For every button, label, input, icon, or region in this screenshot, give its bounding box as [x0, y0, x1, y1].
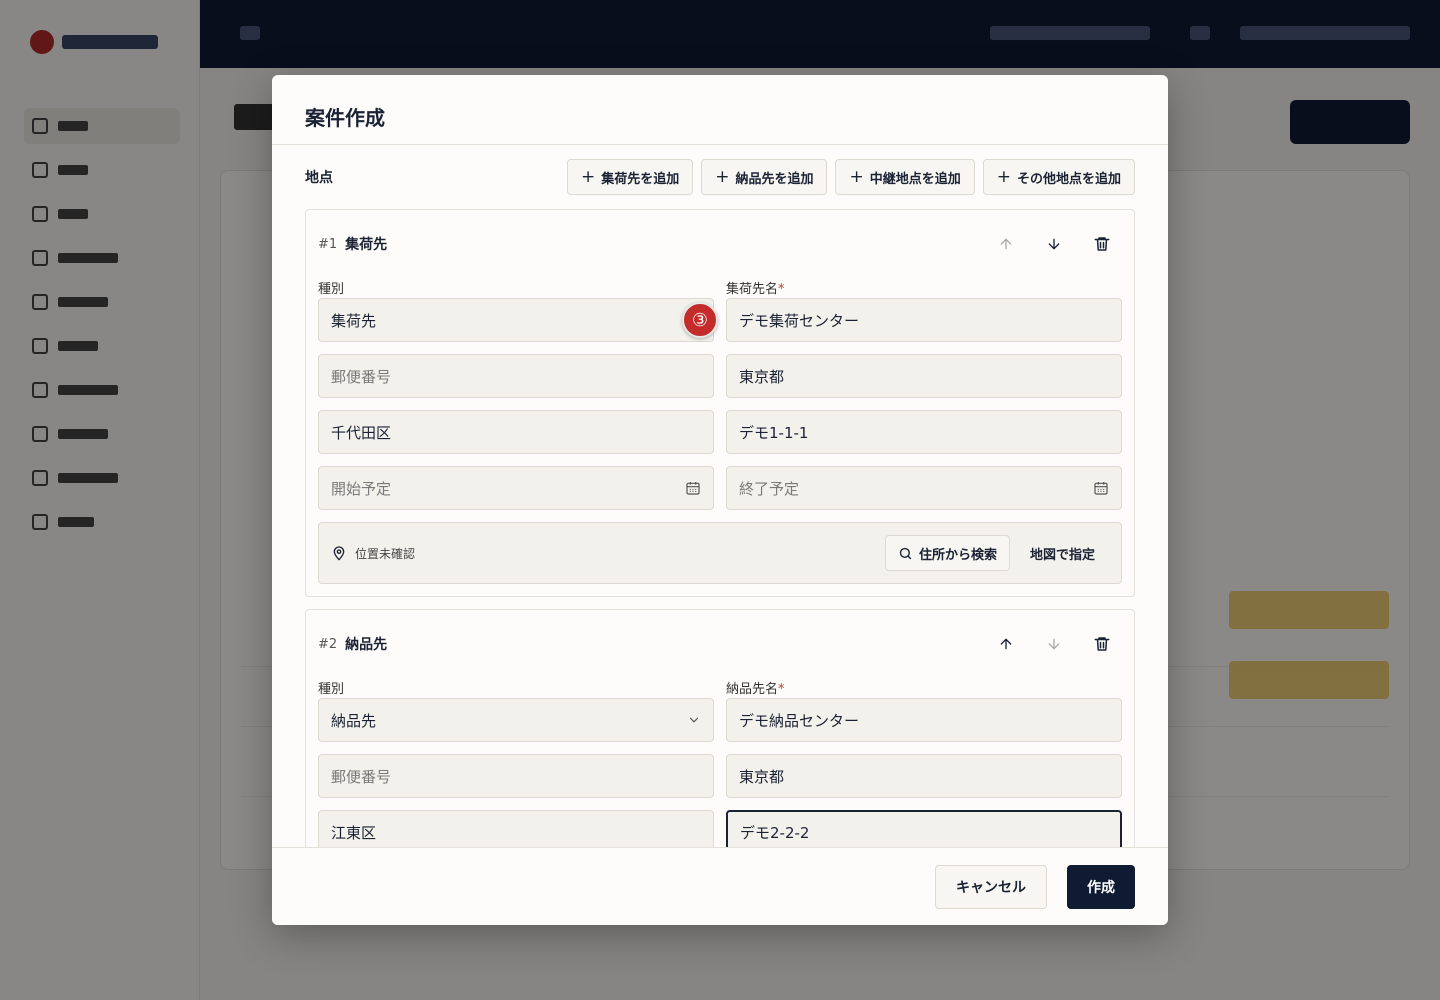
add-pickup-button[interactable]: + 集荷先を追加	[566, 159, 694, 195]
delete-stop-button[interactable]	[1082, 624, 1122, 664]
stop-type-select[interactable]: 集荷先 ③	[318, 298, 718, 342]
plus-icon: +	[996, 166, 1011, 187]
address-input[interactable]: デモ1-1-1	[726, 410, 1122, 454]
dialog-body[interactable]: 地点 + 集荷先を追加 + 納品先を追加 + 中継地点を追加 + その他地点を追加 #1…	[272, 145, 1168, 847]
specify-on-map-button[interactable]: 地図で指定	[1016, 535, 1109, 571]
delivery-name-label: 納品先名*	[726, 682, 785, 697]
create-case-dialog: 案件作成 地点 + 集荷先を追加 + 納品先を追加 + 中継地点を追加 + その他地点を…	[272, 75, 1168, 925]
arrow-up-icon	[1000, 638, 1012, 650]
add-delivery-button[interactable]: + 納品先を追加	[701, 159, 828, 195]
search-by-address-button[interactable]: 住所から検索	[884, 535, 1010, 571]
arrow-down-icon	[1048, 638, 1060, 650]
type-label: 種別	[318, 282, 345, 297]
stop-name: 集荷先	[345, 237, 388, 253]
chevron-down-icon	[689, 717, 699, 723]
calendar-icon	[686, 482, 700, 495]
postal-code-input[interactable]: 郵便番号	[318, 754, 714, 798]
plus-icon: +	[849, 166, 864, 187]
search-icon	[899, 547, 912, 559]
calendar-icon	[1094, 482, 1108, 495]
add-location-buttons: + 集荷先を追加 + 納品先を追加 + 中継地点を追加 + その他地点を追加	[566, 159, 1135, 195]
delivery-name-input[interactable]: デモ納品センター	[726, 698, 1122, 742]
stop-number: #2	[318, 636, 338, 652]
dialog-header: 案件作成	[272, 75, 1168, 145]
prefecture-input[interactable]: 東京都	[726, 754, 1122, 798]
move-up-button[interactable]	[986, 624, 1026, 664]
stop-name: 納品先	[345, 637, 388, 653]
move-up-button[interactable]	[986, 224, 1026, 264]
step-number-badge: ③	[682, 302, 718, 338]
create-button[interactable]: 作成	[1067, 864, 1135, 909]
locations-header: 地点 + 集荷先を追加 + 納品先を追加 + 中継地点を追加 + その他地点を追加	[305, 145, 1135, 209]
end-datetime-input[interactable]: 終了予定	[726, 466, 1122, 510]
address-input[interactable]: デモ2-2-2	[726, 810, 1122, 847]
postal-code-input[interactable]: 郵便番号	[318, 354, 714, 398]
arrow-down-icon	[1048, 238, 1060, 250]
trash-icon	[1094, 237, 1110, 251]
plus-icon: +	[580, 166, 596, 187]
stop-number: #1	[318, 236, 338, 252]
move-down-button[interactable]	[1034, 624, 1074, 664]
pickup-name-label: 集荷先名*	[726, 282, 785, 297]
stop-card-pickup: #1 集荷先 種別 集荷先 ③ 集荷先名* デモ集荷センター 郵便番号 東京都 …	[305, 209, 1135, 597]
city-input[interactable]: 千代田区	[318, 410, 714, 454]
add-other-button[interactable]: + その他地点を追加	[982, 159, 1135, 195]
stop-header: #1 集荷先	[318, 210, 1122, 278]
move-down-button[interactable]	[1034, 224, 1074, 264]
add-relay-button[interactable]: + 中継地点を追加	[835, 159, 975, 195]
dialog-title: 案件作成	[305, 106, 385, 130]
prefecture-input[interactable]: 東京都	[726, 354, 1122, 398]
map-pin-icon	[333, 546, 345, 561]
cancel-button[interactable]: キャンセル	[935, 864, 1047, 909]
type-label: 種別	[318, 682, 345, 697]
stop-header: #2 納品先	[318, 610, 1122, 678]
delete-stop-button[interactable]	[1082, 224, 1122, 264]
geolocation-bar: 位置未確認 住所から検索 地図で指定	[318, 522, 1122, 584]
stop-card-delivery: #2 納品先 種別 納品先 納品先名* デモ納品センター 郵便番号 東京都 江東…	[305, 609, 1135, 847]
locations-title: 地点	[305, 170, 333, 186]
geo-status: 位置未確認	[331, 545, 415, 562]
stop-type-select[interactable]: 納品先	[318, 698, 714, 742]
city-input[interactable]: 江東区	[318, 810, 714, 847]
arrow-up-icon	[1000, 238, 1012, 250]
dialog-footer: キャンセル 作成	[272, 847, 1168, 925]
trash-icon	[1094, 637, 1110, 651]
plus-icon: +	[715, 166, 730, 187]
start-datetime-input[interactable]: 開始予定	[318, 466, 714, 510]
pickup-name-input[interactable]: デモ集荷センター	[726, 298, 1122, 342]
